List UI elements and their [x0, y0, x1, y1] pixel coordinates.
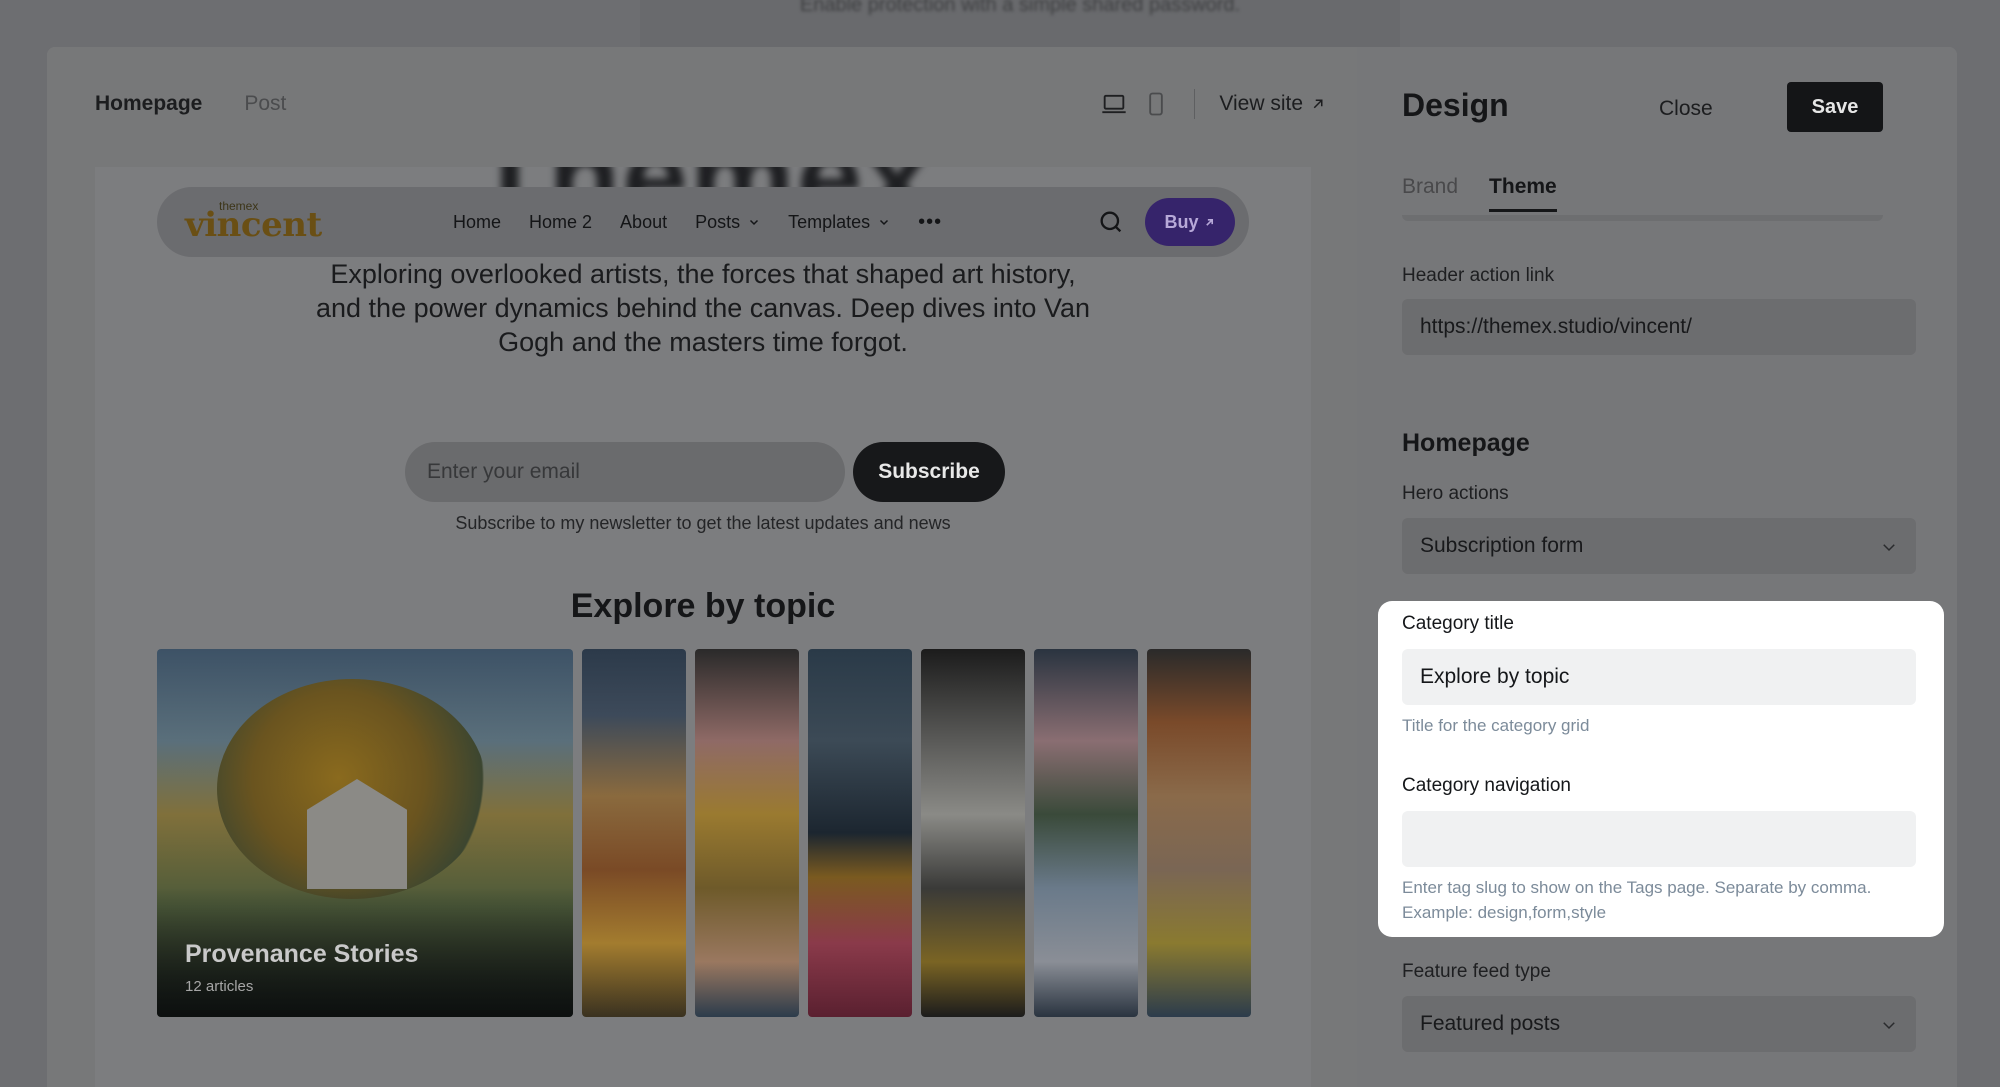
site-preview: Themex themex vincent Home Home 2 About …	[95, 167, 1311, 1087]
explore-title: Explore by topic	[570, 587, 836, 625]
homepage-section-title: Homepage	[1402, 429, 1530, 457]
preview-column: Homepage Post View site Themex themex vi…	[47, 47, 1357, 1087]
background-hint-text: Enable protection with a simple shared p…	[799, 0, 1241, 16]
panel-title: Design	[1402, 87, 1509, 123]
tab-homepage[interactable]: Homepage	[95, 92, 202, 116]
background-hint: Enable protection with a simple shared p…	[640, 0, 1400, 48]
mobile-icon[interactable]	[1142, 90, 1170, 118]
category-card[interactable]	[921, 649, 1025, 1017]
category-navigation-field[interactable]	[1402, 811, 1916, 867]
category-title-hint: Title for the category grid	[1402, 716, 1590, 735]
hero-description: Exploring overlooked artists, the forces…	[316, 259, 1090, 357]
nav-templates-label: Templates	[788, 211, 871, 232]
external-link-icon	[1313, 99, 1323, 109]
hero-actions-label: Hero actions	[1402, 483, 1509, 504]
feature-feed-type-label: Feature feed type	[1402, 961, 1551, 982]
arrow-up-right-icon	[1205, 218, 1213, 226]
preview-tabs: Homepage Post	[95, 92, 286, 116]
chevron-down-icon	[1883, 544, 1895, 552]
device-toolbar: View site	[1100, 89, 1327, 119]
header-action-link-field[interactable]: https://themex.studio/vincent/	[1402, 299, 1916, 355]
category-card[interactable]	[1147, 649, 1251, 1017]
desktop-icon[interactable]	[1100, 90, 1128, 118]
chevron-down-icon	[1883, 1022, 1895, 1030]
email-field[interactable]	[405, 442, 845, 502]
nav-home[interactable]: Home	[453, 212, 501, 233]
category-card[interactable]	[1034, 649, 1138, 1017]
category-card-featured[interactable]: Provenance Stories 12 articles	[157, 649, 573, 1017]
category-navigation-hint: Enter tag slug to show on the Tags page.…	[1402, 878, 1872, 922]
category-title-label: Category title	[1402, 613, 1514, 634]
nav-home-2[interactable]: Home 2	[529, 212, 592, 233]
search-icon[interactable]	[1097, 208, 1125, 236]
feature-feed-type-value: Featured posts	[1420, 1012, 1561, 1035]
nav-posts[interactable]: Posts	[695, 212, 760, 233]
toolbar-divider	[1194, 89, 1196, 119]
category-card[interactable]	[808, 649, 912, 1017]
nav-posts-label: Posts	[695, 211, 741, 232]
site-navbar: themex vincent Home Home 2 About Posts T…	[157, 187, 1249, 257]
logo-big-text: vincent	[185, 205, 322, 245]
view-site-label: View site	[1219, 92, 1303, 115]
category-settings-highlight: Category title Title for the category gr…	[1378, 601, 1944, 937]
more-menu-icon[interactable]: •••	[918, 211, 942, 234]
chevron-down-icon	[750, 219, 759, 226]
hero-actions-value: Subscription form	[1420, 534, 1584, 557]
nav-about[interactable]: About	[620, 212, 667, 233]
save-button[interactable]: Save	[1787, 82, 1883, 132]
category-title-field[interactable]	[1402, 649, 1916, 705]
card-count: 12 articles	[185, 978, 254, 995]
card-title: Provenance Stories	[185, 940, 419, 968]
category-gallery: Provenance Stories 12 articles	[157, 649, 1251, 1017]
category-card[interactable]	[695, 649, 799, 1017]
buy-button-label: Buy	[1164, 211, 1199, 232]
nav-templates[interactable]: Templates	[788, 212, 890, 233]
view-site-link[interactable]: View site	[1219, 92, 1327, 116]
buy-button[interactable]: Buy	[1145, 198, 1235, 246]
category-navigation-label: Category navigation	[1402, 775, 1571, 796]
tabs-divider	[1402, 215, 1883, 221]
category-card[interactable]	[582, 649, 686, 1017]
header-action-link-label: Header action link	[1402, 265, 1555, 286]
site-nav-links: Home Home 2 About Posts Templates •••	[453, 187, 942, 257]
hero-actions-select[interactable]: Subscription form	[1402, 518, 1916, 574]
chevron-down-icon	[880, 219, 889, 226]
tab-brand[interactable]: Brand	[1402, 175, 1458, 212]
subscribe-note: Subscribe to my newsletter to get the la…	[455, 513, 951, 533]
close-button[interactable]: Close	[1659, 97, 1713, 121]
tab-post[interactable]: Post	[244, 92, 286, 116]
panel-tabs: Brand Theme	[1402, 175, 1557, 212]
subscribe-button[interactable]: Subscribe	[853, 442, 1005, 502]
tab-theme[interactable]: Theme	[1489, 175, 1557, 212]
feature-feed-type-select[interactable]: Featured posts	[1402, 996, 1916, 1052]
